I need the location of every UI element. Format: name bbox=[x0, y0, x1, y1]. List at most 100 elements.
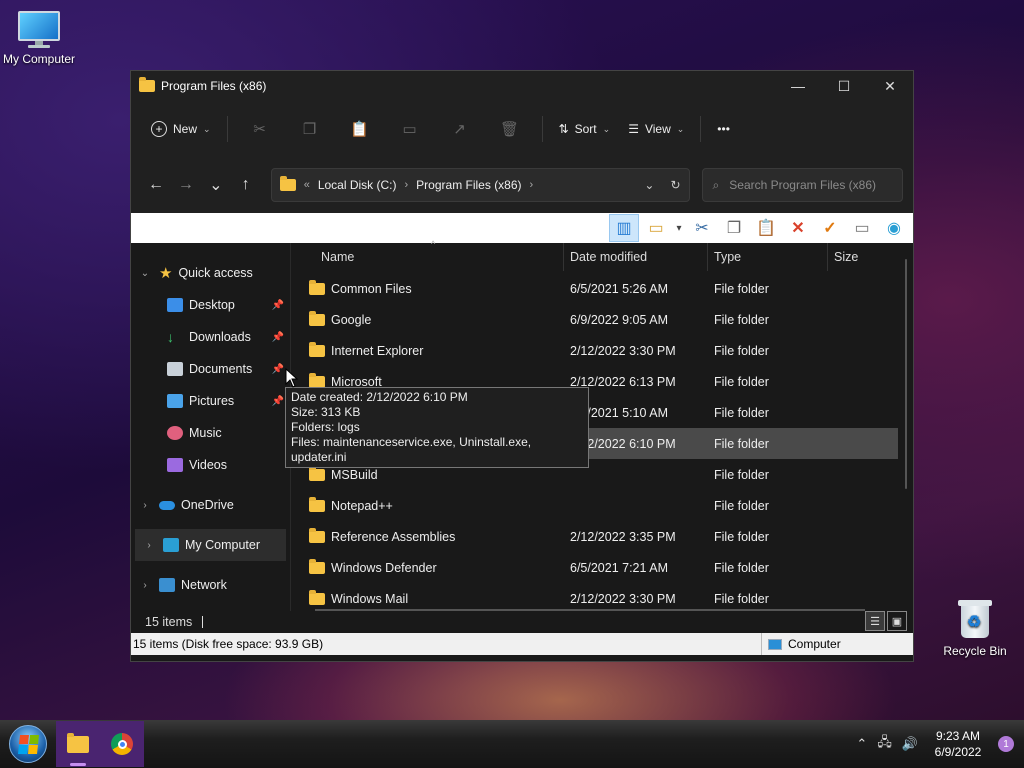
table-row[interactable]: Notepad++ File folder bbox=[303, 490, 898, 521]
nav-my-computer[interactable]: › My Computer bbox=[135, 529, 286, 561]
address-bar[interactable]: « Local Disk (C:) › Program Files (x86) … bbox=[270, 168, 690, 202]
properties-icon[interactable]: ▭ bbox=[847, 214, 877, 242]
delete-x-icon[interactable]: ✕ bbox=[783, 214, 813, 242]
maximize-button[interactable]: ☐ bbox=[821, 71, 867, 101]
chevron-down-icon[interactable]: ⌄ bbox=[131, 268, 159, 279]
classic-status-bar: 15 items (Disk free space: 93.9 GB) Comp… bbox=[131, 633, 913, 655]
share-icon[interactable]: ↗ bbox=[436, 113, 484, 145]
nav-label: Desktop bbox=[189, 298, 235, 312]
title-bar[interactable]: Program Files (x86) — ☐ ✕ bbox=[131, 71, 913, 101]
nav-network[interactable]: › Network bbox=[131, 569, 290, 601]
nav-item-music[interactable]: Music bbox=[131, 417, 290, 449]
nav-label: Network bbox=[181, 578, 227, 592]
video-icon bbox=[167, 458, 183, 472]
up-arrow-icon[interactable]: ↑ bbox=[231, 170, 261, 200]
notification-badge[interactable]: 1 bbox=[998, 736, 1014, 752]
item-count: 15 items bbox=[145, 615, 193, 629]
nav-item-desktop[interactable]: Desktop 📌 bbox=[131, 289, 290, 321]
file-name: Notepad++ bbox=[331, 498, 393, 513]
table-row[interactable]: Google 6/9/2022 9:05 AM File folder bbox=[303, 304, 898, 335]
close-button[interactable]: ✕ bbox=[867, 71, 913, 101]
select-folder-icon[interactable]: ▭ bbox=[641, 214, 671, 242]
volume-icon[interactable]: 🔊 bbox=[902, 736, 918, 752]
recent-locations-chevron-icon[interactable]: ⌄ bbox=[201, 170, 231, 200]
column-header-name[interactable]: Name bbox=[291, 243, 564, 271]
nav-item-documents[interactable]: Documents 📌 bbox=[131, 353, 290, 385]
globe-icon[interactable]: ◉ bbox=[879, 214, 909, 242]
file-date: 2/12/2022 3:35 PM bbox=[570, 529, 676, 544]
breadcrumb-local-disk[interactable]: Local Disk (C:) bbox=[318, 178, 397, 192]
taskbar-chrome[interactable] bbox=[100, 721, 144, 767]
taskbar: ⌃ 🖧 🔊 9:23 AM 6/9/2022 1 bbox=[0, 720, 1024, 768]
plus-icon: + bbox=[151, 121, 167, 137]
cut-icon[interactable]: ✂ bbox=[687, 214, 717, 242]
clock[interactable]: 9:23 AM 6/9/2022 bbox=[928, 728, 988, 760]
paste-icon[interactable]: 📋 bbox=[336, 113, 384, 145]
table-row[interactable]: Reference Assemblies 2/12/2022 3:35 PM Fil… bbox=[303, 521, 898, 552]
file-explorer-window: Program Files (x86) — ☐ ✕ + New ⌄ ✂ ❐ 📋 … bbox=[130, 70, 914, 662]
nav-onedrive[interactable]: › OneDrive bbox=[131, 489, 290, 521]
desktop-icon-recycle-bin[interactable]: ♻ Recycle Bin bbox=[932, 598, 1018, 658]
cloud-icon bbox=[159, 500, 175, 510]
overflow-chevron[interactable]: « bbox=[304, 179, 310, 191]
table-row[interactable]: Internet Explorer 2/12/2022 3:30 PM File f… bbox=[303, 335, 898, 366]
file-name: Reference Assemblies bbox=[331, 529, 456, 544]
chevron-right-icon[interactable]: › bbox=[405, 179, 409, 191]
download-icon: ↓ bbox=[167, 329, 174, 345]
checkmark-icon[interactable]: ✓ bbox=[815, 214, 845, 242]
cut-icon[interactable]: ✂ bbox=[236, 113, 284, 145]
copy-icon[interactable]: ❐ bbox=[719, 214, 749, 242]
music-icon bbox=[167, 426, 183, 440]
rename-icon[interactable]: ▭ bbox=[386, 113, 434, 145]
back-arrow-icon[interactable]: ← bbox=[141, 170, 171, 200]
nav-item-pictures[interactable]: Pictures 📌 bbox=[131, 385, 290, 417]
picture-icon bbox=[167, 394, 183, 408]
view-icon: ☰ bbox=[628, 122, 639, 136]
start-button[interactable] bbox=[0, 720, 56, 768]
chevron-right-icon[interactable]: › bbox=[131, 580, 159, 591]
table-row[interactable]: Common Files 6/5/2021 5:26 AM File folder bbox=[303, 273, 898, 304]
chevron-down-icon: ⌄ bbox=[602, 123, 611, 134]
file-type: File folder bbox=[714, 405, 769, 420]
chevron-right-icon[interactable]: › bbox=[131, 500, 159, 511]
nav-item-videos[interactable]: Videos bbox=[131, 449, 290, 481]
address-dropdown-icon[interactable]: ⌄ bbox=[644, 178, 654, 192]
nav-quick-access[interactable]: ⌄ ★ Quick access bbox=[131, 257, 290, 289]
nav-item-downloads[interactable]: ↓ Downloads 📌 bbox=[131, 321, 290, 353]
file-date: 6/5/2021 7:21 AM bbox=[570, 560, 668, 575]
network-icon[interactable]: 🖧 bbox=[877, 733, 892, 755]
sort-button[interactable]: ⇅ Sort ⌄ bbox=[551, 113, 619, 145]
more-options-button[interactable]: ••• bbox=[709, 113, 738, 145]
nav-label: OneDrive bbox=[181, 498, 234, 512]
chevron-down-icon[interactable]: ▾ bbox=[673, 214, 685, 242]
recycle-bin-icon: ♻ bbox=[958, 598, 992, 640]
minimize-button[interactable]: — bbox=[775, 71, 821, 101]
navigation-pane-icon[interactable]: ▥ bbox=[609, 214, 639, 242]
forward-arrow-icon[interactable]: → bbox=[171, 170, 201, 200]
refresh-icon[interactable]: ↻ bbox=[670, 178, 680, 192]
file-type: File folder bbox=[714, 591, 769, 606]
details-view-icon[interactable]: ☰ bbox=[865, 611, 885, 631]
breadcrumb-program-files[interactable]: Program Files (x86) bbox=[416, 178, 521, 192]
folder-icon bbox=[309, 496, 325, 512]
chevron-right-icon[interactable]: › bbox=[135, 540, 163, 551]
column-header-type[interactable]: Type bbox=[708, 243, 828, 271]
chevron-up-icon[interactable]: ⌃ bbox=[856, 736, 867, 752]
vertical-scrollbar[interactable] bbox=[905, 259, 907, 489]
delete-icon[interactable]: 🗑 bbox=[486, 113, 534, 145]
taskbar-file-explorer[interactable] bbox=[56, 721, 100, 767]
copy-icon[interactable]: ❐ bbox=[286, 113, 334, 145]
folder-icon bbox=[309, 589, 325, 605]
column-header-date[interactable]: Date modified bbox=[564, 243, 708, 271]
column-header-size[interactable]: Size bbox=[828, 243, 908, 271]
tiles-view-icon[interactable]: ▣ bbox=[887, 611, 907, 631]
nav-label: Music bbox=[189, 426, 222, 440]
search-input[interactable]: ⌕ Search Program Files (x86) bbox=[701, 168, 904, 202]
new-button[interactable]: + New ⌄ bbox=[143, 113, 219, 145]
paste-icon[interactable]: 📋 bbox=[751, 214, 781, 242]
chevron-right-icon[interactable]: › bbox=[530, 179, 534, 191]
view-button[interactable]: ☰ View ⌄ bbox=[620, 113, 692, 145]
desktop-icon-my-computer[interactable]: My Computer bbox=[0, 10, 82, 66]
table-row[interactable]: Windows Defender 6/5/2021 7:21 AM File fol… bbox=[303, 552, 898, 583]
file-type: File folder bbox=[714, 467, 769, 482]
